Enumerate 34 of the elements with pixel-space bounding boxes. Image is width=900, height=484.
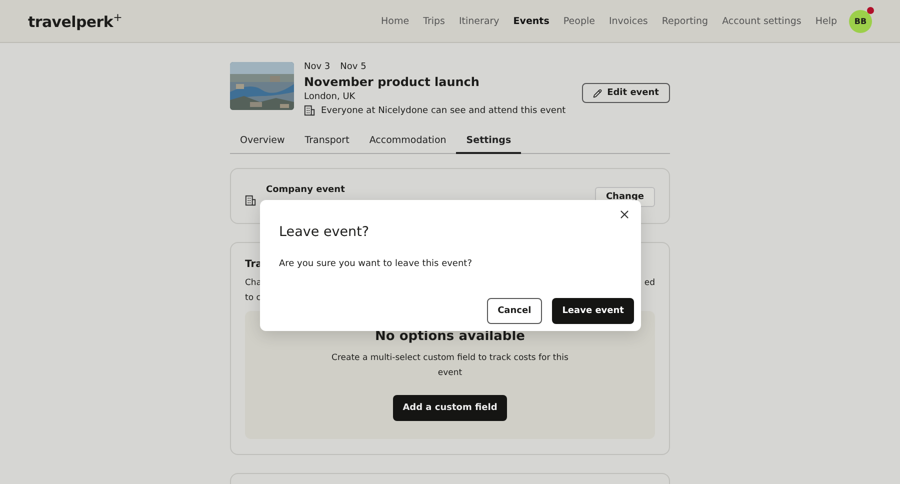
building-icon <box>245 195 256 206</box>
nav-link[interactable]: Invoices <box>608 16 648 26</box>
end-date: Nov 5 <box>340 62 366 72</box>
nav-link[interactable]: Events <box>513 16 550 26</box>
close-icon[interactable] <box>618 208 631 221</box>
pencil-icon <box>593 88 602 98</box>
cancel-button[interactable]: Cancel <box>486 298 542 324</box>
tab[interactable]: Overview <box>230 130 295 154</box>
dialog-message: Are you sure you want to leave this event? <box>279 259 473 269</box>
nav-link[interactable]: People <box>563 16 595 26</box>
leave-button[interactable]: Leave event <box>552 298 634 324</box>
dialog-title: Leave event? <box>279 224 370 240</box>
nav-link[interactable]: Reporting <box>662 16 708 26</box>
nav-link[interactable]: Home <box>381 16 410 26</box>
card-title: Company event <box>266 185 345 195</box>
tab[interactable]: Settings <box>456 130 522 154</box>
nav-link[interactable]: Itinerary <box>459 16 500 26</box>
description-text: ed <box>644 278 655 290</box>
empty-title: No options available <box>375 329 525 344</box>
start-date: Nov 3 <box>304 62 330 72</box>
event-title: November product launch <box>304 75 480 89</box>
tab[interactable]: Transport <box>294 130 360 154</box>
empty-text: Create a multi-select custom field to track costs for this event <box>330 352 570 380</box>
building-icon <box>304 105 315 116</box>
tab[interactable]: Accommodation <box>359 130 456 154</box>
nav-link[interactable]: Help <box>815 16 837 26</box>
event-location: London, UK <box>304 92 356 102</box>
add-field-button[interactable]: Add a custom field <box>392 395 508 421</box>
edit-event-button[interactable]: Edit event <box>582 83 670 103</box>
visibility-text: Everyone at Nicelydone can see and attend this event <box>321 106 566 116</box>
nav-link[interactable]: Trips <box>423 16 445 26</box>
logo[interactable]: travelperk$^{+}$ <box>28 11 122 31</box>
nav-link[interactable]: Account settings <box>722 16 802 26</box>
avatar[interactable]: BB <box>849 10 872 32</box>
